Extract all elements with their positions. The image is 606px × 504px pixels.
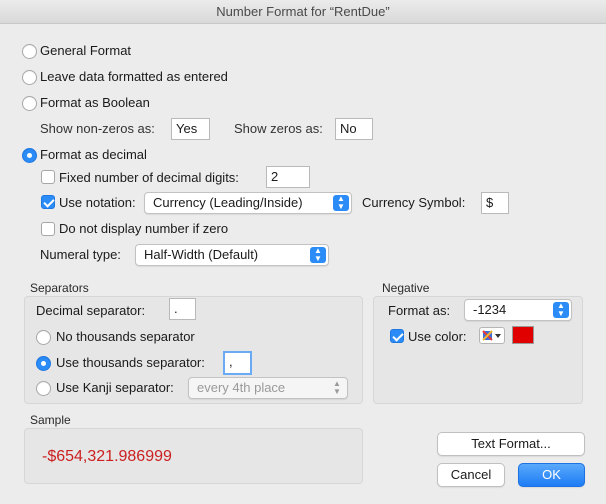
chevron-updown-icon: ▲ ▼ [333, 379, 341, 396]
leave-data-label[interactable]: Leave data formatted as entered [40, 69, 228, 84]
decimal-separator-label: Decimal separator: [36, 303, 146, 318]
decimal-separator-field[interactable]: . [169, 298, 196, 320]
text-format-button[interactable]: Text Format... [437, 432, 585, 456]
show-zeros-field[interactable]: No [335, 118, 373, 140]
color-picker-button[interactable] [479, 327, 505, 344]
currency-symbol-field[interactable]: $ [481, 192, 509, 214]
use-thousands-label[interactable]: Use thousands separator: [56, 355, 205, 370]
show-nonzeros-label: Show non-zeros as: [40, 121, 155, 136]
chevron-updown-icon: ▲ ▼ [310, 247, 326, 263]
boolean-format-radio[interactable] [22, 96, 37, 111]
chevron-updown-icon: ▲ ▼ [333, 195, 349, 211]
use-thousands-radio[interactable] [36, 356, 51, 371]
use-notation-label[interactable]: Use notation: [59, 195, 136, 210]
use-notation-checkbox[interactable] [41, 195, 55, 209]
kanji-separator-popup[interactable]: every 4th place ▲ ▼ [188, 377, 348, 399]
color-palette-icon [482, 330, 501, 341]
boolean-format-label[interactable]: Format as Boolean [40, 95, 150, 110]
use-color-checkbox[interactable] [390, 329, 404, 343]
notation-popup[interactable]: Currency (Leading/Inside) ▲ ▼ [144, 192, 352, 214]
kanji-separator-radio[interactable] [36, 381, 51, 396]
hide-zero-label[interactable]: Do not display number if zero [59, 221, 228, 236]
kanji-separator-value: every 4th place [197, 380, 286, 395]
numeral-type-popup[interactable]: Half-Width (Default) ▲ ▼ [135, 244, 329, 266]
sample-value: -$654,321.986999 [42, 448, 172, 465]
sample-title: Sample [30, 413, 71, 427]
general-format-label[interactable]: General Format [40, 43, 131, 58]
ok-button[interactable]: OK [518, 463, 585, 487]
window-title: Number Format for “RentDue” [0, 0, 606, 24]
negative-format-label: Format as: [388, 303, 451, 318]
notation-value: Currency (Leading/Inside) [153, 195, 303, 210]
show-zeros-label: Show zeros as: [234, 121, 323, 136]
no-thousands-label[interactable]: No thousands separator [56, 329, 195, 344]
numeral-type-value: Half-Width (Default) [144, 247, 259, 262]
currency-symbol-label: Currency Symbol: [362, 195, 466, 210]
negative-format-value: -1234 [473, 302, 507, 317]
negative-title: Negative [382, 281, 430, 295]
use-color-label[interactable]: Use color: [408, 329, 467, 344]
chevron-updown-icon: ▲ ▼ [553, 302, 569, 318]
hide-zero-checkbox[interactable] [41, 222, 55, 236]
leave-data-radio[interactable] [22, 70, 37, 85]
cancel-button[interactable]: Cancel [437, 463, 505, 487]
fixed-digits-checkbox[interactable] [41, 170, 55, 184]
kanji-separator-label[interactable]: Use Kanji separator: [56, 380, 174, 395]
numeral-type-label: Numeral type: [40, 247, 121, 262]
fixed-digits-label[interactable]: Fixed number of decimal digits: [59, 170, 239, 185]
decimal-format-radio[interactable] [22, 148, 37, 163]
thousands-separator-field[interactable]: , [223, 351, 252, 375]
negative-format-popup[interactable]: -1234 ▲ ▼ [464, 299, 572, 321]
no-thousands-radio[interactable] [36, 330, 51, 345]
decimal-format-label[interactable]: Format as decimal [40, 147, 147, 162]
show-nonzeros-field[interactable]: Yes [171, 118, 210, 140]
general-format-radio[interactable] [22, 44, 37, 59]
negative-color-swatch[interactable] [512, 326, 534, 344]
separators-title: Separators [30, 281, 89, 295]
fixed-digits-field[interactable]: 2 [266, 166, 310, 188]
